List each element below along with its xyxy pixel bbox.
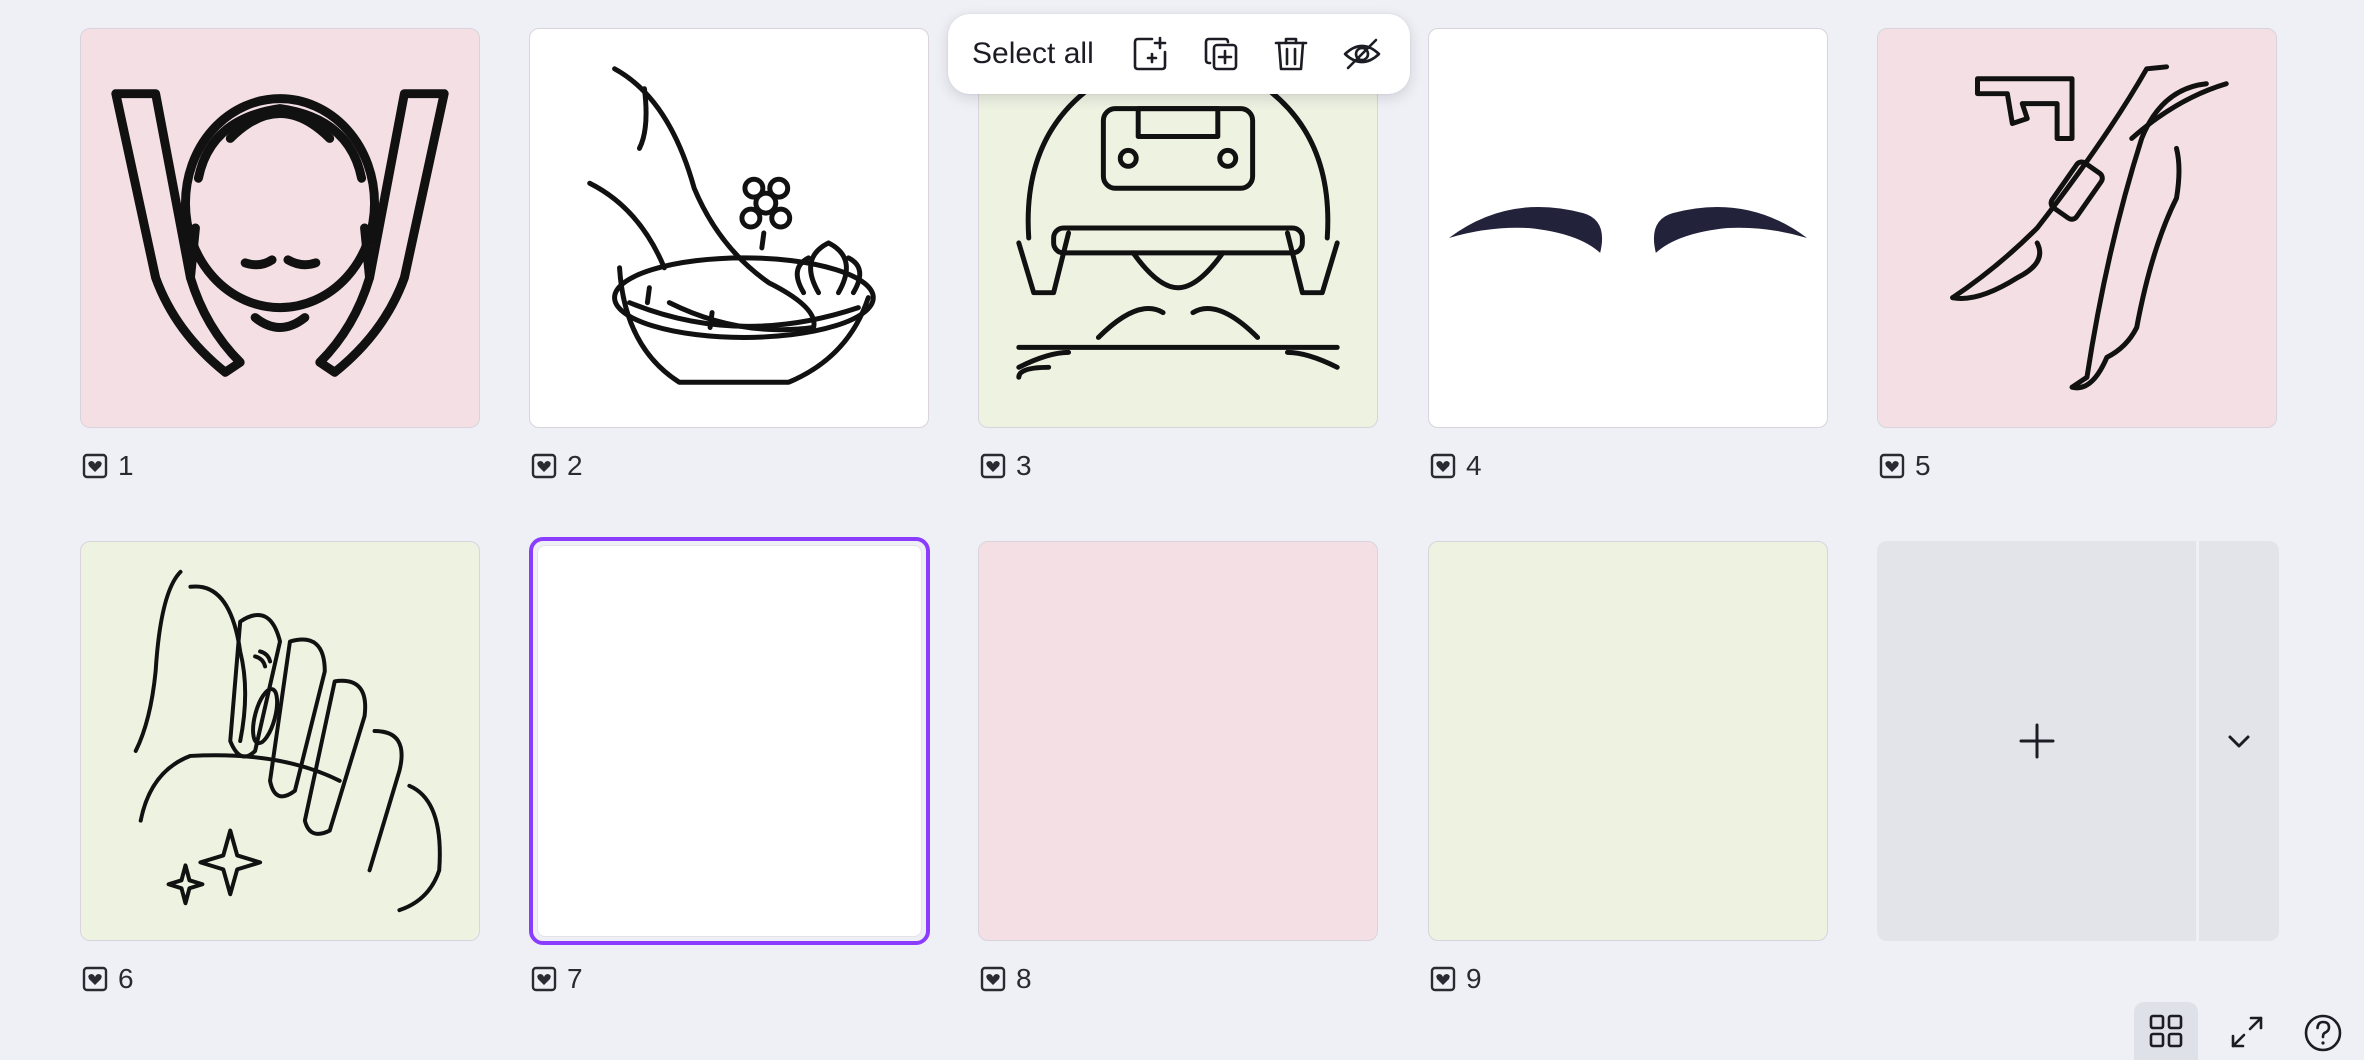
add-page-toolbar-button[interactable]	[1128, 31, 1173, 77]
page-thumbnail-1[interactable]	[80, 28, 480, 428]
add-page-options-button[interactable]	[2199, 541, 2279, 941]
duplicate-page-button[interactable]	[1198, 31, 1243, 77]
heart-page-icon	[980, 966, 1006, 992]
page-number: 6	[118, 963, 134, 994]
fullscreen-icon	[2231, 1016, 2263, 1048]
page-label-7: 7	[531, 961, 583, 997]
blank-page-canvas	[537, 545, 922, 937]
help-icon	[2304, 1014, 2342, 1052]
page-label-9: 9	[1430, 961, 1482, 997]
trash-icon	[1274, 37, 1308, 71]
heart-page-icon	[1430, 453, 1456, 479]
heart-page-icon	[1879, 453, 1905, 479]
manicure-illustration	[133, 569, 442, 913]
page-thumbnail-7[interactable]	[529, 537, 930, 945]
page-thumbnail-8[interactable]	[978, 541, 1378, 941]
page-label-4: 4	[1430, 448, 1482, 484]
leg-waxing-illustration	[1950, 64, 2229, 391]
page-number: 3	[1016, 450, 1032, 481]
page-thumbnail-6[interactable]	[80, 541, 480, 941]
fullscreen-button[interactable]	[2222, 1010, 2272, 1054]
page-thumbnail-4[interactable]	[1428, 28, 1828, 428]
page-selection-toolbar: Select all	[948, 14, 1410, 94]
help-button[interactable]	[2300, 1010, 2346, 1056]
page-label-3: 3	[980, 448, 1032, 484]
page-number: 8	[1016, 963, 1032, 994]
page-thumbnail-9[interactable]	[1428, 541, 1828, 941]
page-number: 7	[567, 963, 583, 994]
hide-page-button[interactable]	[1339, 31, 1384, 77]
page-thumbnail-2[interactable]	[529, 28, 929, 428]
page-label-2: 2	[531, 448, 583, 484]
grid-view-icon	[2149, 1014, 2183, 1048]
heart-page-icon	[531, 966, 557, 992]
page-thumbnail-5[interactable]	[1877, 28, 2277, 428]
add-page-tile	[1877, 541, 2279, 941]
heart-page-icon	[82, 966, 108, 992]
duplicate-icon	[1204, 37, 1237, 71]
page-label-1: 1	[82, 448, 134, 484]
select-all-button[interactable]: Select all	[972, 37, 1094, 71]
eyebrows-illustration	[1448, 206, 1808, 253]
add-page-button[interactable]	[1877, 541, 2196, 941]
page-label-6: 6	[82, 961, 134, 997]
hide-icon	[1343, 38, 1381, 70]
face-massage-illustration	[111, 89, 449, 377]
plus-icon	[2019, 723, 2054, 759]
heart-page-icon	[980, 453, 1006, 479]
add-page-icon	[1133, 36, 1167, 71]
page-number: 2	[567, 450, 583, 481]
delete-page-button[interactable]	[1269, 31, 1314, 77]
page-number: 9	[1466, 963, 1482, 994]
chevron-down-icon	[2228, 735, 2250, 748]
page-label-8: 8	[980, 961, 1032, 997]
page-label-5: 5	[1879, 448, 1931, 484]
heart-page-icon	[82, 453, 108, 479]
foot-bath-illustration	[587, 66, 876, 385]
heart-page-icon	[1430, 966, 1456, 992]
page-number: 1	[118, 450, 134, 481]
page-number: 4	[1466, 450, 1482, 481]
page-number: 5	[1915, 450, 1931, 481]
grid-view-button[interactable]	[2134, 1002, 2198, 1060]
heart-page-icon	[531, 453, 557, 479]
